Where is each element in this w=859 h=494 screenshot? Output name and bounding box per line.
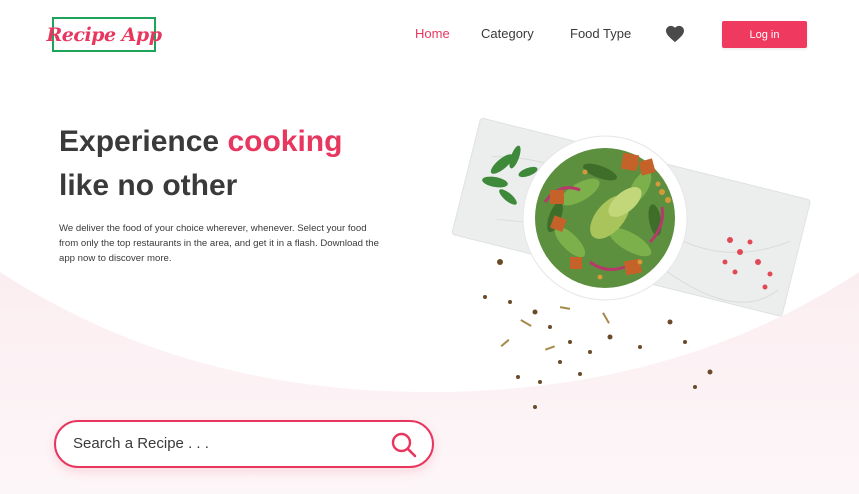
hero-description: We deliver the food of your choice where…: [59, 223, 379, 264]
hero-title: Experience cooking like no other: [59, 120, 389, 208]
salad-bowl-image: [451, 117, 811, 409]
nav-item-category[interactable]: Category: [481, 26, 534, 41]
landing-page: Recipe App Home Category Food Type Log i…: [0, 0, 859, 494]
hero-title-line2: like no other: [59, 169, 238, 202]
nav-item-food-type[interactable]: Food Type: [570, 26, 631, 41]
nav-item-home[interactable]: Home: [415, 26, 450, 41]
search-icon[interactable]: [390, 431, 418, 459]
heart-icon[interactable]: [665, 25, 685, 43]
hero-title-part1: Experience: [59, 125, 228, 158]
search-input[interactable]: Search a Recipe . . .: [73, 435, 209, 452]
hero-title-accent: cooking: [227, 125, 343, 158]
login-button[interactable]: Log in: [722, 21, 807, 48]
search-bar[interactable]: Search a Recipe . . .: [54, 420, 434, 468]
